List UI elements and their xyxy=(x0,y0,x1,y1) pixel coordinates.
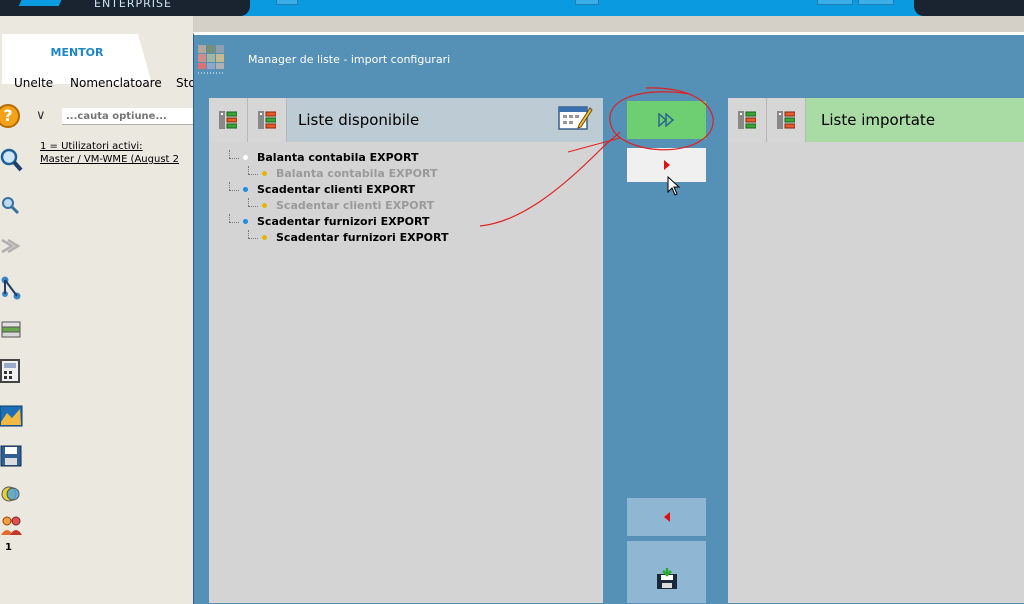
tree-connector xyxy=(229,214,230,222)
tree-expand-icon xyxy=(219,111,237,129)
tree-item-label: Balanta contabila EXPORT xyxy=(276,167,438,180)
tree-expand-icon xyxy=(738,111,756,129)
top-toolbar-button[interactable] xyxy=(817,0,853,5)
edit-calendar-icon[interactable] xyxy=(557,103,593,131)
chart-icon[interactable] xyxy=(0,402,24,430)
available-lists-header: Liste disponibile xyxy=(209,98,603,142)
list-manager-icon xyxy=(198,45,224,74)
remove-selected-button[interactable] xyxy=(627,498,706,536)
mouse-cursor xyxy=(667,176,681,196)
tree-collapse-icon xyxy=(777,111,795,129)
top-toolbar-button[interactable] xyxy=(575,0,599,5)
network-icon[interactable] xyxy=(0,272,24,300)
tree-leaf[interactable]: Balanta contabila EXPORT xyxy=(209,166,603,182)
globe-icon[interactable] xyxy=(0,480,24,508)
tree-connector xyxy=(229,150,230,158)
tree-bullet-icon xyxy=(243,219,248,224)
search-icon[interactable] xyxy=(0,146,24,174)
top-right-panel xyxy=(914,0,1024,16)
available-lists-panel: Liste disponibile Balanta contabila EXPO… xyxy=(209,98,603,603)
users-icon[interactable] xyxy=(0,512,24,540)
tree-item-label: Scadentar clienti EXPORT xyxy=(276,199,435,212)
main-menu: Unelte Nomenclatoare Sto xyxy=(0,74,193,96)
tree-node[interactable]: Balanta contabila EXPORT xyxy=(209,150,603,166)
imported-lists-title: Liste importate xyxy=(821,111,936,129)
tree-connector xyxy=(248,238,258,239)
top-toolbar-button[interactable] xyxy=(858,0,894,5)
tree-item-label: Scadentar furnizori EXPORT xyxy=(257,215,430,228)
arrow-left-icon xyxy=(663,512,670,522)
menu-item-nomenclatoare[interactable]: Nomenclatoare xyxy=(70,76,162,90)
tree-leaf[interactable]: Scadentar furnizori EXPORT xyxy=(209,230,603,246)
tree-item-label: Balanta contabila EXPORT xyxy=(257,151,419,164)
active-users-line: 1 = Utilizatori activi: xyxy=(40,141,143,152)
logo-mark xyxy=(18,0,66,6)
tree-connector xyxy=(229,158,239,159)
calculator-icon[interactable] xyxy=(0,356,24,384)
expand-all-button[interactable] xyxy=(209,98,248,142)
menu-item-stocuri[interactable]: Sto xyxy=(176,76,193,90)
tree-bullet-icon xyxy=(243,155,248,160)
tree-node[interactable]: Scadentar furnizori EXPORT xyxy=(209,214,603,230)
import-all-button[interactable] xyxy=(627,101,706,139)
expand-all-button[interactable] xyxy=(728,98,767,142)
top-bar: ENTERPRISE xyxy=(0,0,1024,16)
list-manager-dialog: Manager de liste - import configurari Li… xyxy=(193,32,1024,604)
tree-item-label: Scadentar furnizori EXPORT xyxy=(276,231,449,244)
imported-lists-header: Liste importate xyxy=(728,98,1024,142)
tree-collapse-icon xyxy=(258,111,276,129)
brand-text: ENTERPRISE xyxy=(94,0,172,10)
active-users-info[interactable]: 1 = Utilizatori activi: Master / VM-WME … xyxy=(40,140,179,166)
tree-connector xyxy=(248,230,249,238)
arrow-right-icon xyxy=(663,160,670,170)
tree-connector xyxy=(229,222,239,223)
save-disk-icon[interactable] xyxy=(0,442,24,470)
tree-bullet-icon xyxy=(243,187,248,192)
menu-item-unelte[interactable]: Unelte xyxy=(14,76,53,90)
transfer-buttons xyxy=(603,98,728,603)
tree-bullet-icon xyxy=(262,235,267,240)
save-disk-icon xyxy=(656,568,677,589)
stack-icon[interactable] xyxy=(0,314,24,342)
tree-item-label: Scadentar clienti EXPORT xyxy=(257,183,416,196)
option-search-input[interactable] xyxy=(62,108,193,125)
help-icon[interactable]: ? xyxy=(0,104,20,128)
left-navigation-panel: MENTOR Unelte Nomenclatoare Sto ? ∨ 1 = … xyxy=(0,16,193,604)
dialog-title: Manager de liste - import configurari xyxy=(248,53,451,66)
double-arrow-right-icon xyxy=(657,113,674,127)
tree-connector xyxy=(248,198,249,206)
workflow-icon[interactable] xyxy=(0,232,24,260)
tree-node[interactable]: Scadentar clienti EXPORT xyxy=(209,182,603,198)
available-lists-title: Liste disponibile xyxy=(298,111,420,129)
tree-connector xyxy=(248,174,258,175)
tree-connector xyxy=(229,190,239,191)
collapse-all-button[interactable] xyxy=(767,98,806,142)
option-search-row: ? ∨ xyxy=(0,104,193,132)
logo-area: ENTERPRISE xyxy=(0,0,250,16)
tree-leaf[interactable]: Scadentar clienti EXPORT xyxy=(209,198,603,214)
collapse-all-button[interactable] xyxy=(248,98,287,142)
tree-bullet-icon xyxy=(262,171,267,176)
active-users-detail: Master / VM-WME (August 2 xyxy=(40,154,179,165)
tree-connector xyxy=(229,182,230,190)
tree-connector xyxy=(248,206,258,207)
users-count: 1 xyxy=(5,542,12,553)
tree-connector xyxy=(248,166,249,174)
tree-bullet-icon xyxy=(262,203,267,208)
imported-lists-panel: Liste importate xyxy=(728,98,1024,603)
top-toolbar-button[interactable] xyxy=(276,0,298,5)
chevron-down-icon[interactable]: ∨ xyxy=(36,108,46,123)
save-import-button[interactable] xyxy=(627,541,706,603)
zoom-icon[interactable] xyxy=(0,192,24,220)
